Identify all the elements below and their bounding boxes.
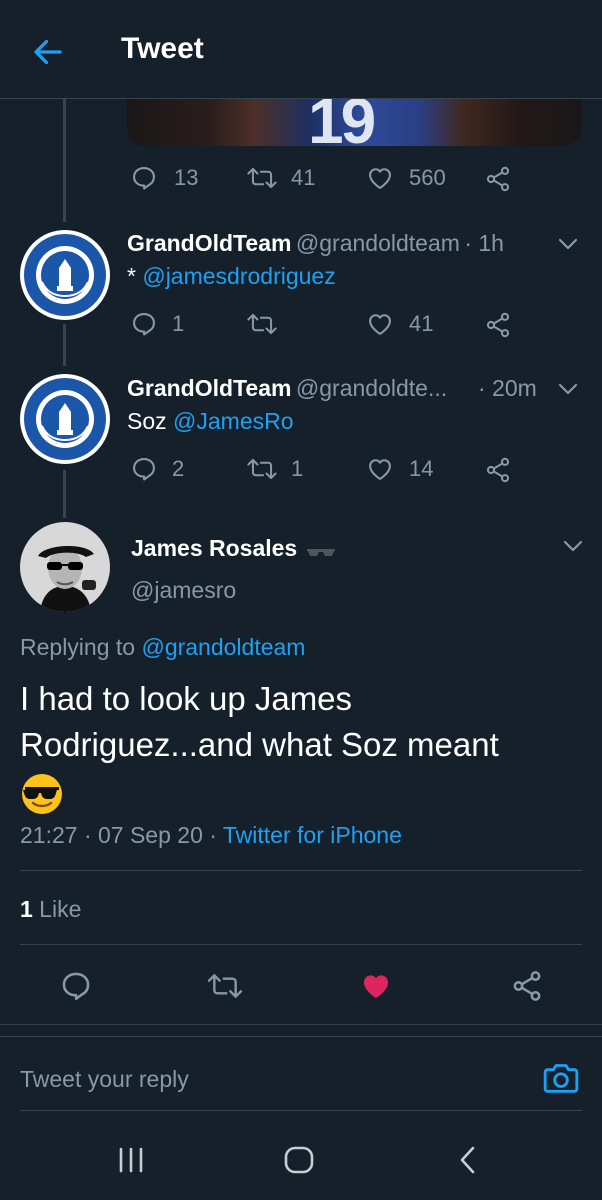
retweet-count: 1 — [291, 456, 304, 481]
reply-text: * @jamesdrodriguez — [127, 263, 336, 290]
reply-count: 13 — [174, 165, 199, 190]
reply-button[interactable]: 2 — [130, 455, 184, 483]
reply-header: GrandOldTeam @grandoldteam · 1h — [127, 230, 504, 257]
tweet-text-content: I had to look up James Rodriguez...and w… — [20, 680, 499, 763]
user-photo — [20, 522, 110, 612]
share-icon[interactable] — [484, 456, 512, 484]
tweet-text: I had to look up James Rodriguez...and w… — [20, 676, 585, 816]
replying-to: Replying to @grandoldteam — [20, 634, 305, 661]
like-count: 14 — [409, 456, 434, 481]
heart-icon — [369, 459, 391, 480]
reply-icon — [133, 313, 155, 336]
reply-input[interactable]: Tweet your reply — [20, 1066, 189, 1093]
tweet-meta: 21:27 · 07 Sep 20 · Twitter for iPhone — [20, 822, 402, 849]
display-name[interactable]: GrandOldTeam — [127, 230, 291, 256]
user-handle[interactable]: @jamesro — [131, 577, 236, 604]
tweet-source[interactable]: Twitter for iPhone — [223, 822, 402, 848]
camera-icon[interactable] — [541, 1058, 581, 1098]
share-icon[interactable] — [484, 311, 512, 339]
reply-icon — [133, 458, 155, 481]
like-label: Like — [32, 896, 82, 922]
nav-back-icon[interactable] — [456, 1145, 480, 1175]
divider — [20, 1110, 582, 1111]
mention-link[interactable]: @JamesRo — [173, 408, 294, 434]
sunglasses-emoji-icon — [306, 548, 335, 556]
top-bar: Tweet — [0, 0, 602, 99]
reply-count: 2 — [172, 456, 185, 481]
divider — [20, 944, 582, 945]
reply-icon[interactable] — [59, 969, 93, 1003]
likes-summary[interactable]: 1 Like — [20, 896, 81, 923]
share-icon[interactable] — [484, 165, 512, 193]
media-jersey-number: 19 — [308, 96, 376, 146]
heart-icon — [369, 314, 391, 335]
thread-line — [63, 470, 66, 518]
reply-button[interactable]: 1 — [130, 310, 184, 338]
retweet-count: 41 — [291, 165, 316, 190]
reply-text: Soz @JamesRo — [127, 408, 294, 435]
tweet-media[interactable]: 19 — [127, 96, 582, 146]
retweet-icon — [247, 313, 277, 335]
reply-text-prefix: Soz — [127, 408, 174, 434]
mention-link[interactable]: @grandoldteam — [141, 634, 305, 660]
reply-count: 1 — [172, 311, 185, 336]
grandoldteam-logo — [24, 378, 106, 460]
back-arrow-icon[interactable] — [30, 34, 66, 70]
replying-label: Replying to — [20, 634, 142, 660]
reply-button[interactable]: 13 — [130, 164, 198, 192]
sunglasses-emoji-icon — [22, 774, 62, 815]
like-count: 560 — [409, 165, 446, 190]
display-name[interactable]: GrandOldTeam — [127, 375, 291, 401]
chevron-down-icon[interactable] — [556, 381, 580, 397]
avatar[interactable] — [20, 374, 110, 464]
thread-line — [63, 98, 66, 222]
divider — [0, 1024, 602, 1025]
heart-icon — [369, 168, 391, 189]
divider — [20, 870, 582, 871]
retweet-icon — [247, 458, 277, 480]
like-button[interactable]: 14 — [365, 455, 433, 483]
like-button[interactable]: 41 — [365, 310, 433, 338]
retweet-button[interactable]: 41 — [245, 164, 315, 192]
heart-icon[interactable] — [358, 969, 394, 1003]
grandoldteam-logo — [24, 234, 106, 316]
like-total: 1 — [20, 896, 33, 922]
divider — [0, 1036, 602, 1037]
page-title: Tweet — [121, 32, 204, 65]
reply-text-prefix: * — [127, 263, 143, 289]
retweet-icon — [247, 167, 277, 189]
timestamp: · 1h — [464, 230, 504, 256]
reply-header: GrandOldTeam @grandoldte... — [127, 375, 447, 402]
timestamp: · 20m — [478, 375, 537, 401]
chevron-down-icon[interactable] — [556, 236, 580, 252]
retweet-button[interactable] — [245, 310, 291, 338]
retweet-button[interactable]: 1 — [245, 455, 303, 483]
display-name[interactable]: James Rosales — [131, 535, 297, 561]
home-icon[interactable] — [283, 1145, 315, 1175]
tweet-time: 21:27 · 07 Sep 20 · — [20, 822, 223, 848]
thread-line — [63, 324, 66, 366]
chevron-down-icon[interactable] — [561, 538, 585, 554]
user-handle[interactable]: @grandoldte... — [296, 375, 447, 401]
mention-link[interactable]: @jamesdrodriguez — [142, 263, 335, 289]
reply-icon — [133, 167, 155, 190]
recents-icon[interactable] — [116, 1147, 146, 1173]
like-count: 41 — [409, 311, 434, 336]
avatar[interactable] — [20, 230, 110, 320]
like-button[interactable]: 560 — [365, 164, 446, 192]
author-name-row: James Rosales — [131, 535, 336, 562]
user-handle[interactable]: @grandoldteam — [296, 230, 460, 256]
share-icon[interactable] — [510, 969, 544, 1003]
avatar[interactable] — [20, 522, 110, 612]
retweet-icon[interactable] — [205, 970, 245, 1002]
